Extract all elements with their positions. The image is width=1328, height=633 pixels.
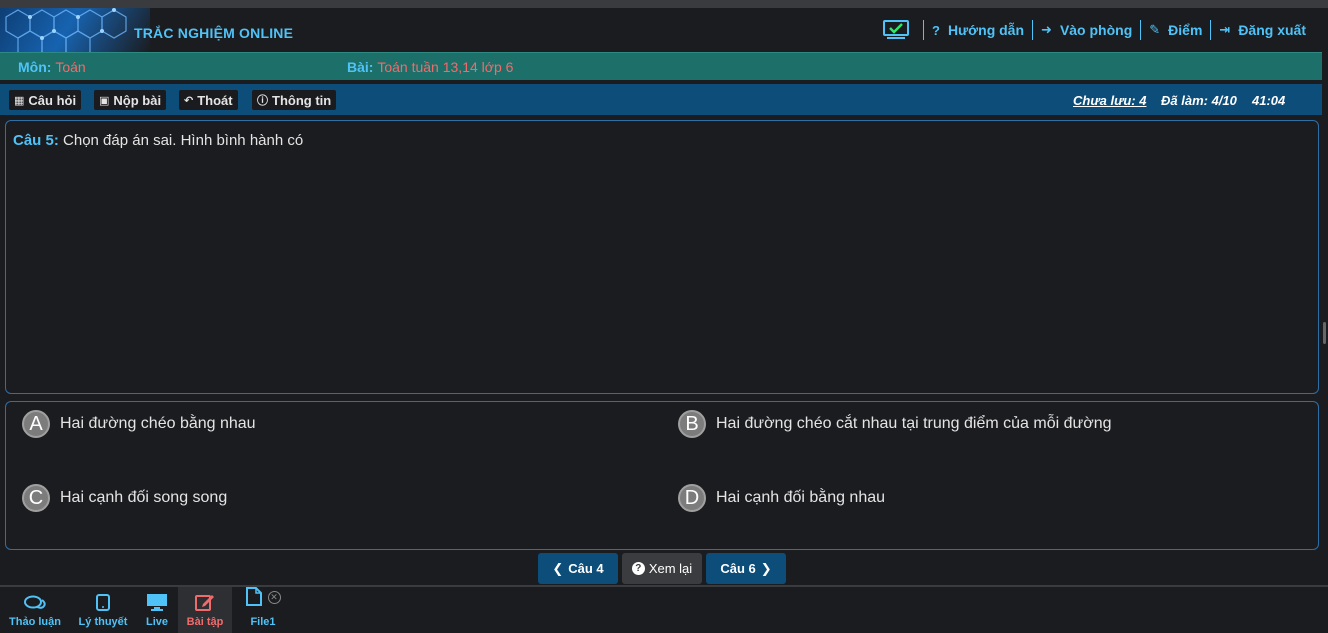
question-text: Câu 5: Chọn đáp án sai. Hình bình hành c…: [13, 132, 303, 149]
tab-file1[interactable]: ✕ File1: [240, 587, 286, 633]
window-top-strip: [0, 0, 1328, 8]
info-button[interactable]: ⓘ Thông tin: [252, 90, 337, 110]
logo: [0, 8, 150, 52]
edit-icon: [195, 595, 214, 611]
tab-live[interactable]: Live: [138, 587, 176, 633]
exit-button[interactable]: ↶ Thoát: [179, 90, 238, 110]
answer-a-text: Hai đường chéo bằng nhau: [60, 415, 256, 432]
enter-room-link[interactable]: ➜ Vào phòng: [1032, 20, 1140, 40]
edit-icon: ✎: [1149, 22, 1161, 37]
subject-value: Toán: [55, 59, 86, 75]
sign-in-icon: ➜: [1041, 22, 1052, 37]
answer-a-letter: A: [22, 410, 50, 438]
subject-info: Môn: Toán: [18, 59, 86, 75]
subject-bar: Môn: Toán Bài: Toán tuần 13,14 lớp 6: [0, 52, 1322, 80]
submit-label: Nộp bài: [113, 92, 162, 108]
reply-icon: ↶: [184, 94, 194, 107]
unsaved-count[interactable]: Chưa lưu: 4: [1073, 93, 1146, 108]
tab-file1-label: File1: [250, 616, 276, 628]
grid-icon: ▦: [14, 94, 25, 107]
scrollbar-thumb[interactable]: [1323, 322, 1326, 344]
file-icon: [245, 587, 262, 606]
tablet-icon: [96, 594, 110, 611]
score-label: Điểm: [1168, 22, 1203, 38]
timer: 41:04: [1252, 93, 1286, 108]
answer-a[interactable]: A Hai đường chéo bằng nhau: [22, 410, 256, 438]
guide-link[interactable]: ? Hướng dẫn: [922, 20, 1032, 40]
done-count: Đã làm: 4/10: [1161, 93, 1237, 108]
answers-panel: A Hai đường chéo bằng nhau B Hai đường c…: [5, 401, 1319, 550]
chevron-right-icon: ❯: [760, 560, 772, 576]
question-icon: ?: [931, 22, 940, 38]
monitor-check-icon[interactable]: [882, 19, 909, 41]
tab-file1-icons: ✕: [245, 587, 281, 611]
answer-d-text: Hai cạnh đối bằng nhau: [716, 489, 886, 506]
lesson-value: Toán tuần 13,14 lớp 6: [377, 59, 514, 75]
questions-label: Câu hỏi: [28, 92, 77, 108]
answer-d-letter: D: [678, 484, 706, 512]
question-panel: Câu 5: Chọn đáp án sai. Hình bình hành c…: [5, 120, 1319, 394]
sign-out-icon: ⇥: [1219, 22, 1231, 37]
tab-discussion[interactable]: Thảo luận: [4, 587, 66, 633]
answer-c[interactable]: C Hai cạnh đối song song: [22, 484, 227, 512]
chevron-left-icon: ❮: [552, 560, 564, 576]
answer-b-text: Hai đường chéo cắt nhau tại trung điểm c…: [716, 415, 1112, 432]
answer-c-text: Hai cạnh đối song song: [60, 489, 228, 506]
top-nav: ? Hướng dẫn ➜ Vào phòng ✎ Điểm ⇥ Đăng xu…: [882, 19, 1314, 41]
tab-exercise-label: Bài tập: [186, 616, 224, 628]
review-button[interactable]: ? Xem lại: [622, 553, 702, 584]
prev-question-label: Câu 4: [568, 561, 604, 576]
answer-b-letter: B: [678, 410, 706, 438]
exit-label: Thoát: [197, 92, 233, 108]
bottom-tabbar: Thảo luận Lý thuyết Live Bài tập ✕ File1: [0, 585, 1328, 633]
comments-icon: [24, 595, 46, 609]
next-question-button[interactable]: Câu 6 ❯: [706, 553, 786, 584]
logout-label: Đăng xuất: [1238, 22, 1306, 38]
answer-d[interactable]: D Hai cạnh đối bằng nhau: [678, 484, 885, 512]
submit-button[interactable]: ▣ Nộp bài: [94, 90, 167, 110]
next-question-label: Câu 6: [720, 561, 756, 576]
tab-live-label: Live: [145, 616, 168, 628]
prev-question-button[interactable]: ❮ Câu 4: [538, 553, 618, 584]
answer-b[interactable]: B Hai đường chéo cắt nhau tại trung điểm…: [678, 410, 1112, 438]
tab-theory-label: Lý thuyết: [78, 616, 128, 628]
save-icon: ▣: [99, 94, 110, 107]
logout-link[interactable]: ⇥ Đăng xuất: [1210, 20, 1314, 40]
guide-label: Hướng dẫn: [947, 22, 1025, 38]
score-link[interactable]: ✎ Điểm: [1140, 20, 1210, 40]
question-body: Chọn đáp án sai. Hình bình hành có: [63, 132, 304, 149]
question-number: Câu 5:: [13, 132, 59, 149]
lesson-label: Bài:: [347, 59, 374, 75]
info-label: Thông tin: [272, 92, 332, 108]
tab-discussion-label: Thảo luận: [9, 616, 61, 628]
header: TRẮC NGHIỆM ONLINE ? Hướng dẫn ➜ Vào phò…: [0, 8, 1328, 52]
review-label: Xem lại: [648, 561, 693, 576]
questions-button[interactable]: ▦ Câu hỏi: [9, 90, 82, 110]
toolbar: ▦ Câu hỏi ▣ Nộp bài ↶ Thoát ⓘ Thông tin …: [0, 84, 1322, 115]
question-circle-icon: ?: [631, 562, 645, 575]
lesson-info: Bài: Toán tuần 13,14 lớp 6: [347, 59, 513, 75]
tab-theory[interactable]: Lý thuyết: [72, 587, 134, 633]
answer-c-letter: C: [22, 484, 50, 512]
info-icon: ⓘ: [257, 95, 268, 107]
tab-exercise[interactable]: Bài tập: [178, 587, 232, 633]
monitor-icon: [147, 594, 167, 611]
close-tab-icon[interactable]: ✕: [267, 591, 281, 604]
subject-label: Môn:: [18, 59, 52, 75]
app-title: TRẮC NGHIỆM ONLINE: [134, 25, 294, 41]
enter-room-label: Vào phòng: [1059, 22, 1133, 38]
